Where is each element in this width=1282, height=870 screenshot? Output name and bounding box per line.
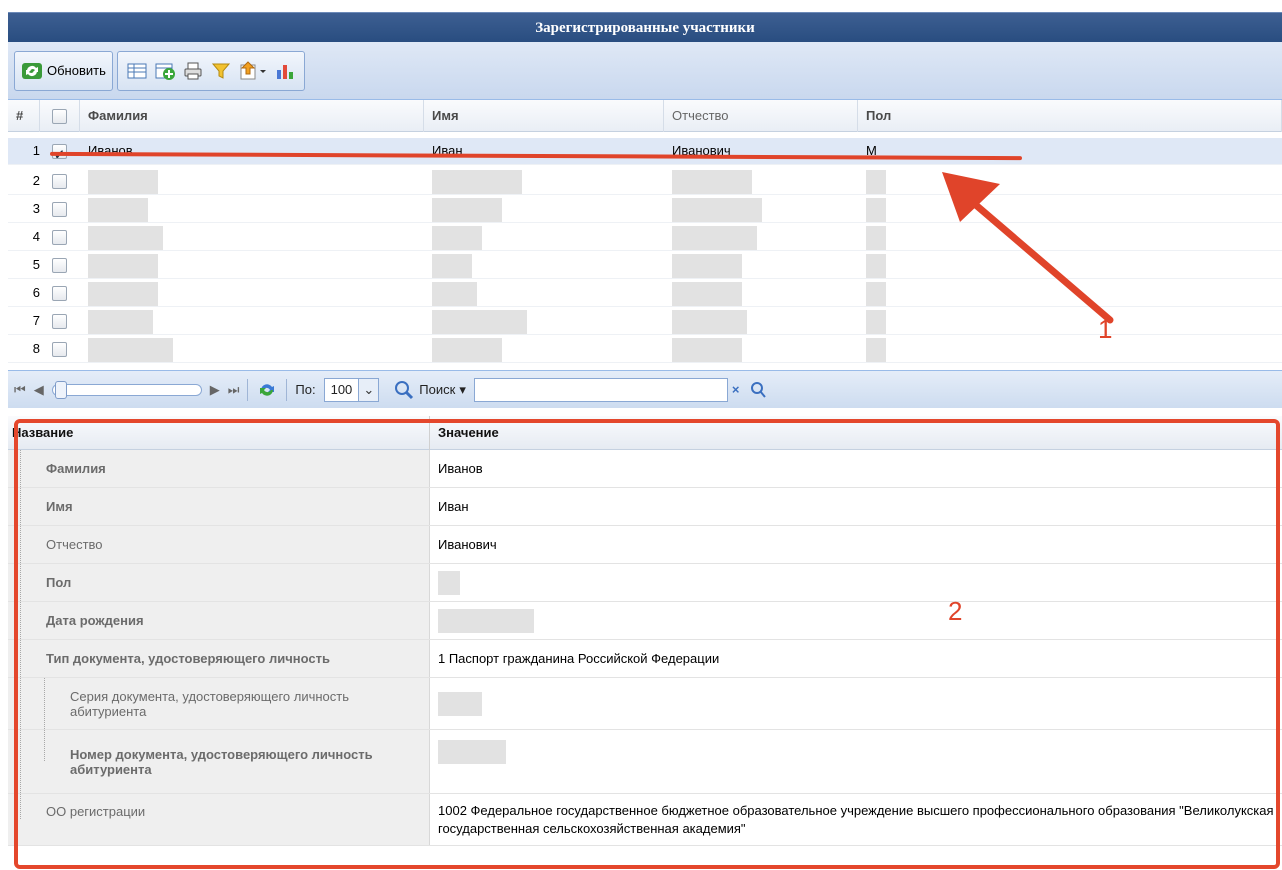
row-select[interactable] [40, 252, 80, 278]
cell-middle-name: Иванович [672, 143, 731, 158]
filter-icon[interactable] [210, 61, 232, 81]
annotation-arrow-icon [942, 172, 1114, 324]
separator [286, 378, 288, 401]
col-first-name[interactable]: Имя [424, 100, 664, 132]
col-middle-name[interactable]: Отчество [664, 100, 858, 132]
cell-redacted [424, 196, 664, 222]
cell-redacted [80, 196, 424, 222]
dropdown-arrow-icon: ▾ [459, 381, 466, 397]
cell-redacted [80, 308, 424, 334]
refresh-label: Обновить [47, 63, 106, 78]
cell-redacted [80, 224, 424, 250]
row-checkbox[interactable] [52, 258, 67, 274]
window-title: Зарегистрированные участники [8, 12, 1282, 42]
row-select[interactable] [40, 224, 80, 250]
row-number: 5 [32, 257, 40, 272]
row-checkbox[interactable] [52, 314, 67, 330]
add-record-icon[interactable] [154, 61, 176, 81]
table-view-icon[interactable] [126, 61, 148, 81]
per-page-value: 100 [330, 382, 353, 397]
cell-redacted [664, 280, 858, 306]
cell-redacted [858, 336, 1282, 362]
search-input[interactable] [473, 377, 728, 402]
cell-redacted [664, 196, 858, 222]
export-icon[interactable] [238, 60, 268, 81]
cell-redacted [80, 252, 424, 278]
search-icon [393, 380, 415, 400]
cell-redacted [664, 308, 858, 334]
col-last-name[interactable]: Фамилия [80, 100, 424, 132]
annotation-label-2: 2 [948, 596, 963, 626]
grid-header: # Фамилия Имя Отчество Пол [8, 100, 1282, 132]
next-page-icon[interactable]: ▶ [210, 382, 220, 398]
col-select-all[interactable] [40, 100, 80, 132]
reload-icon[interactable] [256, 380, 278, 400]
row-checkbox[interactable] [52, 342, 67, 358]
row-checkbox[interactable] [52, 230, 67, 246]
per-page-label: По: [295, 382, 316, 397]
search-menu-button[interactable]: Поиск ▾ [393, 380, 466, 400]
cell-redacted [424, 168, 664, 194]
cell-first-name: Иван [432, 143, 463, 158]
cell-redacted [80, 336, 424, 362]
annotation-label-1: 1 [1098, 314, 1113, 344]
search-label: Поиск [419, 382, 456, 397]
row-number: 7 [32, 313, 40, 328]
refresh-button[interactable]: Обновить [14, 50, 113, 91]
cell-redacted [424, 224, 664, 250]
cell-redacted [80, 280, 424, 306]
cell-redacted [664, 224, 858, 250]
cell-redacted [664, 252, 858, 278]
pager-toolbar: ⏮ ◀ ▶ ⏭ По: 100 ⌄ Поиск ▾ × [8, 370, 1282, 408]
col-gender[interactable]: Пол [858, 100, 1282, 132]
search-go-icon[interactable] [747, 380, 769, 400]
cell-redacted [664, 168, 858, 194]
separator [247, 378, 249, 401]
cell-redacted [424, 308, 664, 334]
cell-redacted [424, 252, 664, 278]
row-checkbox[interactable] [52, 202, 67, 218]
row-checkbox[interactable] [52, 174, 67, 190]
row-select[interactable] [40, 308, 80, 334]
per-page-select[interactable]: 100 ⌄ [323, 377, 380, 402]
print-icon[interactable] [182, 61, 204, 81]
table-row[interactable]: 8 [8, 336, 1282, 363]
annotation-box [14, 419, 1280, 869]
row-number: 8 [32, 341, 40, 356]
last-page-icon[interactable]: ⏭ [228, 382, 240, 398]
toolbar: Обновить [8, 42, 1282, 100]
select-all-checkbox[interactable] [52, 109, 67, 125]
cell-redacted [664, 336, 858, 362]
row-select[interactable] [40, 336, 80, 362]
page-slider[interactable] [51, 380, 202, 399]
row-number: 1 [32, 143, 40, 158]
chart-icon[interactable] [274, 61, 296, 81]
row-select[interactable] [40, 168, 80, 194]
row-checkbox[interactable] [52, 286, 67, 302]
app-window: Зарегистрированные участники Обновить # … [0, 0, 1282, 870]
row-number: 4 [32, 229, 40, 244]
row-number: 2 [32, 173, 40, 188]
col-number[interactable]: # [8, 100, 40, 132]
first-page-icon[interactable]: ⏮ [14, 382, 26, 398]
prev-page-icon[interactable]: ◀ [34, 382, 44, 398]
row-number: 3 [32, 201, 40, 216]
chevron-down-icon[interactable]: ⌄ [358, 378, 379, 401]
cell-redacted [424, 280, 664, 306]
row-number: 6 [32, 285, 40, 300]
toolbar-actions [116, 50, 305, 91]
row-select[interactable] [40, 280, 80, 306]
refresh-icon [21, 61, 43, 81]
row-select[interactable] [40, 196, 80, 222]
cell-redacted [80, 168, 424, 194]
cell-last-name: Иванов [88, 143, 133, 158]
clear-icon[interactable]: × [732, 382, 740, 397]
cell-redacted [424, 336, 664, 362]
slider-thumb[interactable] [54, 380, 67, 399]
